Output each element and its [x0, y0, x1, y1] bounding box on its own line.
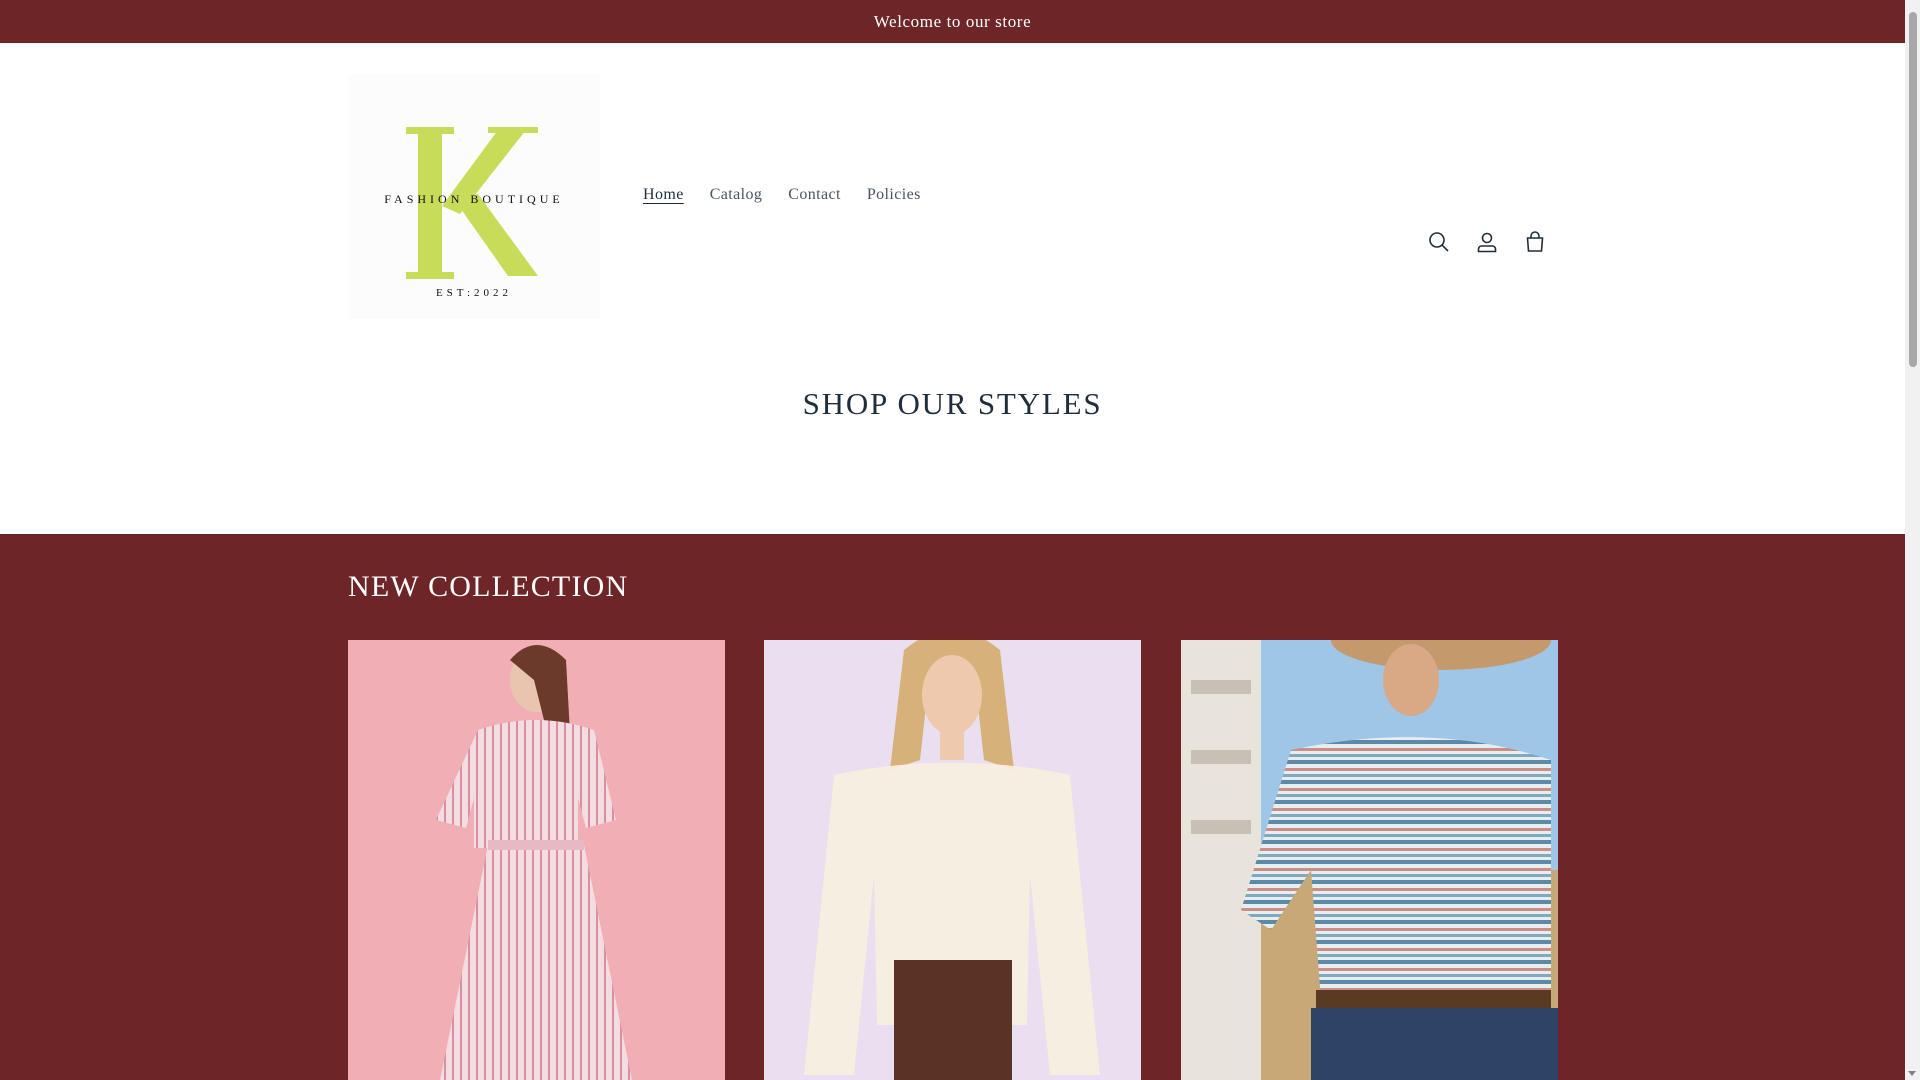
main-nav: Home Catalog Contact Policies [630, 183, 934, 207]
page-scrollbar[interactable] [1905, 0, 1920, 1080]
section-title: NEW COLLECTION [348, 570, 629, 603]
product-image [764, 640, 1141, 1080]
collection-card-dress[interactable] [348, 640, 725, 1080]
product-image [348, 640, 725, 1080]
account-button[interactable] [1463, 218, 1511, 266]
announcement-bar: Welcome to our store [0, 0, 1905, 43]
collection-card-blouse[interactable] [764, 640, 1141, 1080]
product-image [1181, 640, 1558, 1080]
scrollbar-thumb[interactable] [1909, 12, 1917, 367]
store-logo[interactable]: FASHION BOUTIQUE EST:2022 [348, 74, 600, 319]
logo-line2: EST:2022 [436, 287, 512, 299]
nav-item-catalog[interactable]: Catalog [697, 183, 776, 207]
page-title: SHOP OUR STYLES [802, 386, 1103, 421]
collection-card-polo[interactable] [1181, 640, 1558, 1080]
nav-item-contact[interactable]: Contact [775, 183, 854, 207]
new-collection-section: NEW COLLECTION [0, 534, 1905, 1080]
logo-line1: FASHION BOUTIQUE [384, 192, 563, 206]
site-header: FASHION BOUTIQUE EST:2022 Home Catalog C… [0, 43, 1905, 348]
account-icon [1477, 232, 1497, 253]
announcement-text: Welcome to our store [873, 11, 1032, 31]
header-icons [1415, 218, 1559, 266]
search-icon [1429, 232, 1449, 252]
logo-image: FASHION BOUTIQUE EST:2022 [348, 74, 600, 319]
search-button[interactable] [1415, 218, 1463, 266]
cart-icon [1526, 231, 1544, 252]
cart-button[interactable] [1511, 218, 1559, 266]
nav-item-home[interactable]: Home [630, 183, 697, 207]
scroll-down-arrow-icon[interactable] [1908, 1071, 1916, 1076]
nav-item-policies[interactable]: Policies [854, 183, 934, 207]
